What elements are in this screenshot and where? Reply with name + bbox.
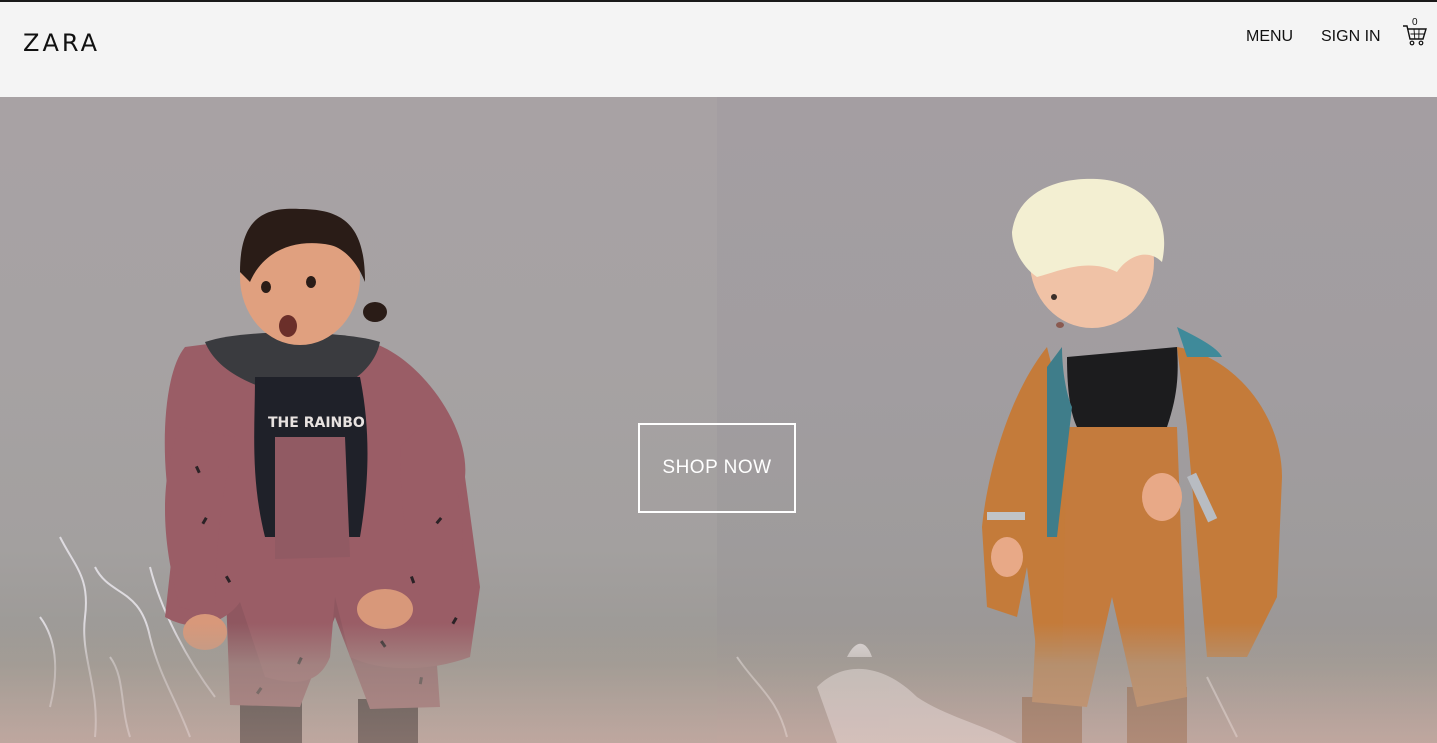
- menu-link[interactable]: MENU: [1246, 28, 1293, 46]
- zara-logo[interactable]: ZARA: [23, 30, 100, 56]
- water-reflection-right: [717, 623, 1437, 743]
- cart-button[interactable]: 0: [1402, 18, 1430, 48]
- shopping-cart-icon: [1403, 25, 1427, 46]
- shop-now-button[interactable]: SHOP NOW: [638, 423, 796, 513]
- hero-image-left[interactable]: THE RAINBO: [0, 97, 717, 743]
- site-header: [0, 2, 1437, 97]
- hero-image-right[interactable]: [717, 97, 1437, 743]
- svg-text:THE RAINBO: THE RAINBO: [268, 415, 365, 431]
- page: ZARA MENU SIGN IN 0 THE RAINBO SHOP NOW: [0, 0, 1437, 743]
- hero-banner[interactable]: THE RAINBO SHOP NOW: [0, 97, 1437, 743]
- sign-in-link[interactable]: SIGN IN: [1321, 28, 1381, 46]
- water-reflection: [0, 623, 717, 743]
